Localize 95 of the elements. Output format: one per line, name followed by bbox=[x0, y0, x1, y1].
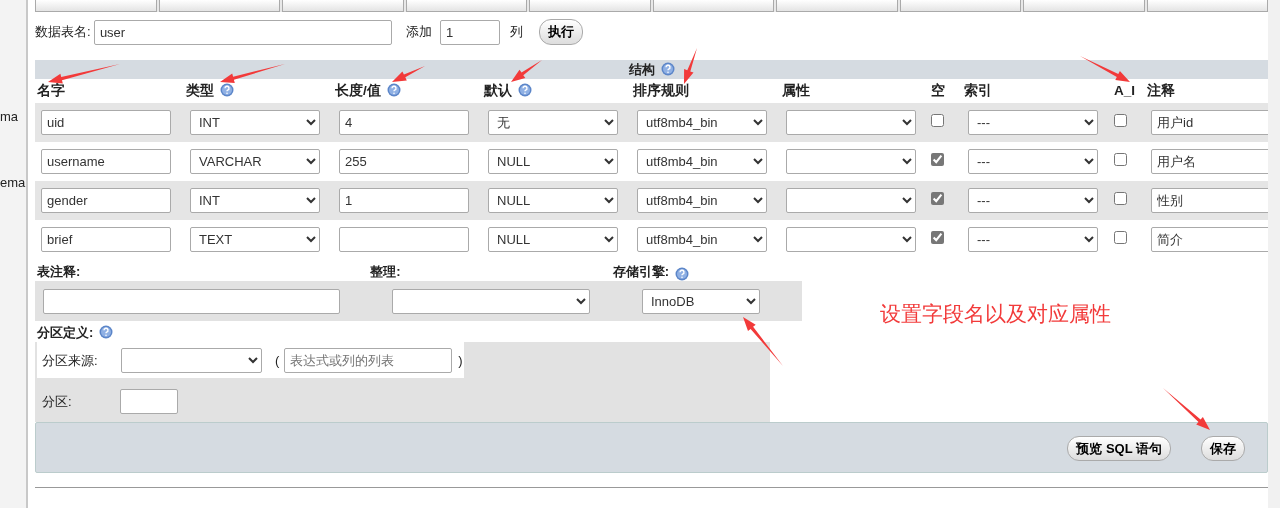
column-name-field[interactable]: username bbox=[41, 149, 171, 175]
collation-dropdown[interactable] bbox=[392, 288, 590, 314]
column-header: 属性 bbox=[782, 83, 810, 98]
tab[interactable] bbox=[35, 0, 157, 12]
parenthesis: ( bbox=[275, 351, 280, 370]
column-count-field[interactable]: 1 bbox=[439, 19, 500, 45]
sidebar-item[interactable]: ema bbox=[0, 173, 26, 193]
type-dropdown[interactable]: INT bbox=[190, 110, 320, 136]
help-icon[interactable] bbox=[99, 325, 114, 340]
tab[interactable] bbox=[282, 0, 404, 12]
column-header: 名字 bbox=[37, 83, 65, 98]
field-label: 存储引擎: bbox=[612, 262, 670, 281]
tab[interactable] bbox=[405, 0, 527, 12]
tab[interactable] bbox=[1146, 0, 1268, 12]
column-header: 排序规则 bbox=[633, 83, 689, 98]
attribute-dropdown[interactable] bbox=[786, 149, 916, 175]
column-header: 注释 bbox=[1147, 83, 1175, 98]
default-dropdown[interactable]: NULL bbox=[488, 188, 618, 214]
help-icon[interactable] bbox=[220, 83, 234, 97]
index-dropdown[interactable]: --- bbox=[968, 227, 1098, 253]
tab[interactable] bbox=[899, 0, 1021, 12]
auto-increment-checkbox[interactable] bbox=[1114, 192, 1127, 205]
field-label: 整理: bbox=[370, 262, 401, 281]
tab[interactable] bbox=[158, 0, 280, 12]
annotation-arrow bbox=[392, 66, 425, 82]
help-icon[interactable] bbox=[660, 62, 675, 76]
column-name-field[interactable]: uid bbox=[41, 110, 171, 136]
default-dropdown[interactable]: NULL bbox=[488, 149, 618, 175]
default-dropdown[interactable]: NULL bbox=[488, 227, 618, 253]
length-field[interactable]: 4 bbox=[339, 110, 469, 136]
comment-field[interactable]: 性别 bbox=[1151, 188, 1271, 214]
annotation-arrow bbox=[684, 48, 697, 84]
field-label: 添加 bbox=[405, 23, 432, 42]
tab[interactable] bbox=[1023, 0, 1145, 12]
attribute-dropdown[interactable] bbox=[786, 227, 916, 253]
null-checkbox[interactable] bbox=[931, 153, 944, 166]
auto-increment-checkbox[interactable] bbox=[1114, 231, 1127, 244]
tab[interactable] bbox=[529, 0, 651, 12]
column-header: A_I bbox=[1114, 83, 1135, 98]
index-dropdown[interactable]: --- bbox=[968, 149, 1098, 175]
annotation-text: 设置字段名以及对应属性 bbox=[880, 301, 1111, 327]
go-button[interactable]: 执行 bbox=[538, 19, 583, 45]
comment-field[interactable]: 用户id bbox=[1151, 110, 1271, 136]
null-checkbox[interactable] bbox=[931, 231, 944, 244]
column-header: 索引 bbox=[964, 83, 992, 98]
column-header: 类型 bbox=[186, 83, 214, 98]
annotation-arrow bbox=[511, 60, 542, 82]
collation-dropdown[interactable]: utf8mb4_bin bbox=[637, 188, 767, 214]
type-dropdown[interactable]: TEXT bbox=[190, 227, 320, 253]
field-label: 分区来源: bbox=[42, 351, 99, 370]
partition-source-dropdown[interactable] bbox=[121, 347, 262, 373]
partition-count-field[interactable] bbox=[120, 388, 178, 414]
comment-field[interactable]: 简介 bbox=[1151, 227, 1271, 253]
unit-label: 列 bbox=[509, 23, 523, 42]
column-name-field[interactable]: brief bbox=[41, 227, 171, 253]
auto-increment-checkbox[interactable] bbox=[1114, 153, 1127, 166]
index-dropdown[interactable]: --- bbox=[968, 110, 1098, 136]
parenthesis: ) bbox=[458, 351, 463, 370]
engine-dropdown[interactable]: InnoDB bbox=[642, 288, 760, 314]
length-field[interactable]: 255 bbox=[339, 149, 469, 175]
type-dropdown[interactable]: VARCHAR bbox=[190, 149, 320, 175]
default-dropdown[interactable]: 无 bbox=[488, 110, 618, 136]
collation-dropdown[interactable]: utf8mb4_bin bbox=[637, 149, 767, 175]
preview-sql-button[interactable]: 预览 SQL 语句 bbox=[1067, 435, 1171, 462]
comment-field[interactable]: 用户名 bbox=[1151, 149, 1271, 175]
column-header: 空 bbox=[931, 83, 945, 98]
tab[interactable] bbox=[776, 0, 898, 12]
auto-increment-checkbox[interactable] bbox=[1114, 114, 1127, 127]
sidebar-item[interactable]: ma bbox=[0, 107, 19, 127]
attribute-dropdown[interactable] bbox=[786, 110, 916, 136]
column-name-field[interactable]: gender bbox=[41, 188, 171, 214]
help-icon[interactable] bbox=[518, 83, 532, 97]
expression-field[interactable]: 表达式或列的列表 bbox=[284, 347, 453, 373]
null-checkbox[interactable] bbox=[931, 192, 944, 205]
length-field[interactable]: 1 bbox=[339, 188, 469, 214]
column-header: 长度/值 bbox=[335, 83, 381, 98]
help-icon[interactable] bbox=[675, 267, 690, 282]
length-field[interactable] bbox=[339, 227, 469, 253]
field-label: 表注释: bbox=[37, 262, 81, 281]
field-label: 分区定义: bbox=[37, 323, 94, 342]
save-button[interactable]: 保存 bbox=[1201, 435, 1245, 462]
section-title: 结构 bbox=[628, 62, 655, 77]
collation-dropdown[interactable]: utf8mb4_bin bbox=[637, 110, 767, 136]
column-header: 默认 bbox=[484, 83, 512, 98]
collation-dropdown[interactable]: utf8mb4_bin bbox=[637, 227, 767, 253]
type-dropdown[interactable]: INT bbox=[190, 188, 320, 214]
field-label: 分区: bbox=[42, 392, 73, 411]
table-comment-field[interactable] bbox=[43, 288, 340, 314]
tab[interactable] bbox=[652, 0, 774, 12]
table-name-field[interactable]: user bbox=[93, 19, 392, 45]
index-dropdown[interactable]: --- bbox=[968, 188, 1098, 214]
field-label: 数据表名: bbox=[35, 23, 91, 42]
help-icon[interactable] bbox=[386, 83, 401, 97]
null-checkbox[interactable] bbox=[931, 114, 944, 127]
attribute-dropdown[interactable] bbox=[786, 188, 916, 214]
